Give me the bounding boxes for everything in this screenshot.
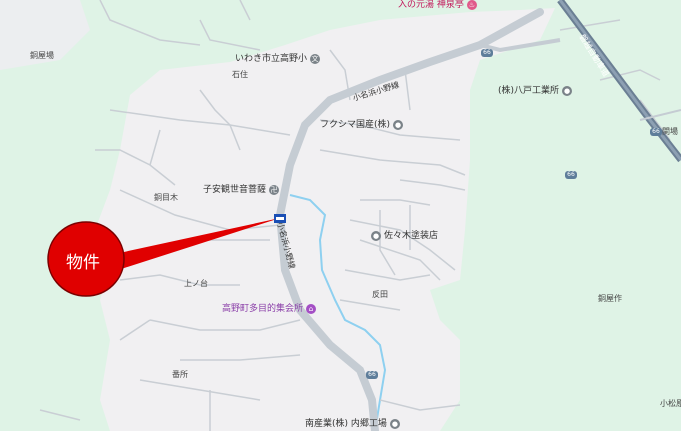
- place-label: 石住: [232, 70, 248, 79]
- place-label: 関場: [662, 127, 678, 136]
- place-label: 番所: [172, 370, 188, 379]
- poi-temple[interactable]: 子安観世音菩薩 卍: [203, 185, 280, 195]
- place-pin-icon: ●: [562, 86, 573, 96]
- map-base: [0, 0, 681, 431]
- route-66-shield-3: 66: [366, 371, 378, 379]
- place-label: 銅屋場: [30, 51, 54, 60]
- place-label: 小松原: [660, 399, 681, 408]
- map-view[interactable]: 物件 66 66 66 66 小名浜小野線 小名浜小野線 磐越自動車道 入の元湯…: [0, 0, 681, 431]
- place-label: 銅目木: [154, 193, 178, 202]
- route-66-shield-1: 66: [481, 49, 493, 57]
- place-label: 上ノ台: [184, 279, 208, 288]
- route-66-shield-2: 66: [565, 171, 577, 179]
- place-pin-icon: ●: [389, 419, 400, 429]
- poi-school[interactable]: いわき市立高野小 文: [235, 54, 321, 64]
- route-66-shield-4: 66: [650, 128, 662, 136]
- community-hall-icon: ⌂: [306, 304, 317, 314]
- place-pin-icon: ●: [371, 231, 381, 241]
- property-callout-label: 物件: [66, 253, 100, 273]
- poi-onsen[interactable]: 入の元湯 神泉亭 ♨: [398, 0, 477, 10]
- place-label: 反田: [372, 290, 388, 299]
- poi-hachinohe[interactable]: (株)八戸工業所 ●: [498, 86, 573, 96]
- poi-nansan[interactable]: 南産業(株) 内郷工場 ●: [305, 419, 400, 429]
- school-icon: 文: [310, 54, 321, 64]
- place-label: 銅屋作: [598, 294, 622, 303]
- hot-spring-icon: ♨: [466, 0, 477, 10]
- place-pin-icon: ●: [393, 120, 404, 130]
- poi-sasaki[interactable]: ● 佐々木塗装店: [371, 231, 438, 241]
- poi-fukushima[interactable]: フクシマ国産(株) ●: [320, 120, 404, 130]
- temple-icon: 卍: [269, 185, 280, 195]
- poi-hall[interactable]: 高野町多目的集会所 ⌂: [222, 304, 317, 314]
